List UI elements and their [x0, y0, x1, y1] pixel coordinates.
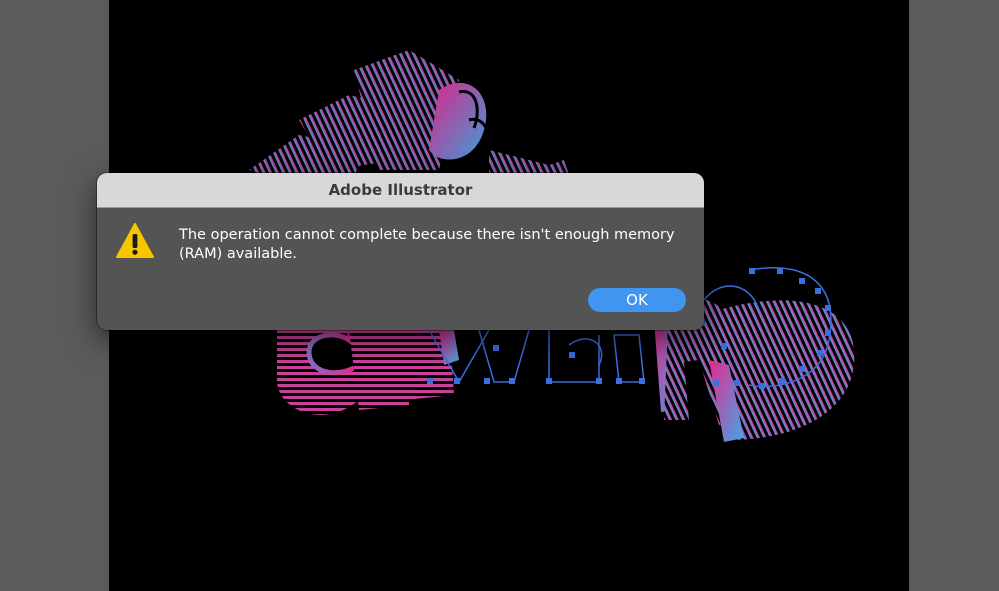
warning-icon — [116, 223, 154, 258]
dialog-titlebar[interactable]: Adobe Illustrator — [97, 173, 704, 208]
alert-dialog: Adobe Illustrator The operation cannot c… — [97, 173, 704, 330]
ok-button[interactable]: OK — [588, 288, 686, 312]
dialog-message: The operation cannot complete because th… — [179, 227, 675, 262]
illustrator-workspace: Adobe Illustrator The operation cannot c… — [0, 0, 999, 591]
dialog-title: Adobe Illustrator — [328, 181, 473, 199]
